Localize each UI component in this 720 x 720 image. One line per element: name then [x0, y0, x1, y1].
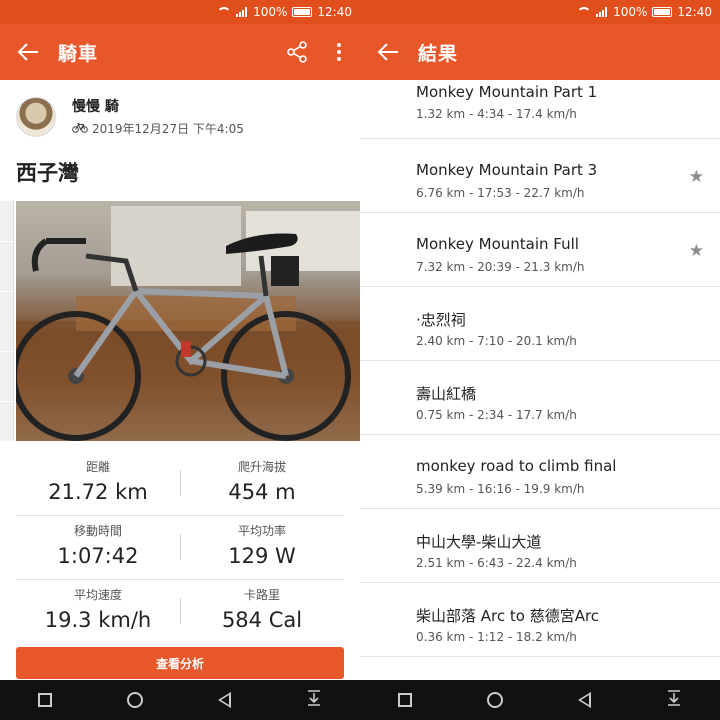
back-arrow-icon[interactable] — [0, 24, 56, 80]
stat-avg-speed: 平均速度 19.3 km/h — [44, 588, 152, 632]
view-analysis-button[interactable]: 查看分析 — [16, 647, 344, 679]
segment-row[interactable]: 中山大學-柴山大道 2.51 km - 6:43 - 22.4 km/h — [360, 509, 720, 583]
battery-icon — [652, 7, 673, 17]
wifi-icon — [577, 7, 592, 17]
segment-stats: 0.75 km - 2:34 - 17.7 km/h — [416, 408, 577, 422]
segment-stats: 0.36 km - 1:12 - 18.2 km/h — [416, 630, 577, 644]
status-bar: 100% 12:40 — [0, 0, 360, 24]
home-icon[interactable] — [486, 692, 503, 708]
wifi-icon — [217, 7, 232, 17]
stat-row: 移動時間 1:07:42 平均功率 129 W — [16, 516, 344, 580]
star-icon[interactable]: ★ — [689, 167, 704, 187]
divider — [180, 470, 181, 496]
segment-row[interactable]: Monkey Mountain Part 3 6.76 km - 17:53 - … — [360, 139, 720, 213]
segment-stats: 6.76 km - 17:53 - 22.7 km/h — [416, 186, 585, 200]
page-title: 結果 — [418, 42, 459, 65]
segment-row[interactable]: monkey road to climb final 5.39 km - 16:1… — [360, 435, 720, 509]
segment-stats: 5.39 km - 16:16 - 19.9 km/h — [416, 482, 585, 496]
back-arrow-icon[interactable] — [360, 24, 416, 80]
segment-row[interactable]: ·忠烈祠 2.40 km - 7:10 - 20.1 km/h — [360, 287, 720, 361]
recents-icon[interactable] — [397, 693, 412, 707]
status-bar: 100% 12:40 — [360, 0, 720, 24]
segment-name: 柴山部落 Arc to 慈德宮Arc — [416, 607, 600, 625]
segment-name: 壽山紅橋 — [416, 385, 477, 403]
back-nav-icon[interactable] — [218, 692, 232, 708]
home-icon[interactable] — [126, 692, 143, 708]
signal-icon — [236, 7, 248, 17]
more-vert-icon[interactable] — [318, 24, 360, 80]
back-nav-icon[interactable] — [578, 692, 592, 708]
notification-pull-icon[interactable] — [666, 690, 682, 710]
clock: 12:40 — [677, 5, 712, 19]
segment-list: Monkey Mountain Part 1 1.32 km - 4:34 - 1… — [360, 80, 720, 720]
page-title: 騎車 — [58, 42, 99, 65]
system-nav-bar — [360, 680, 720, 720]
segment-name: monkey road to climb final — [416, 457, 617, 475]
segment-name: Monkey Mountain Part 3 — [416, 161, 598, 179]
segment-stats: 2.40 km - 7:10 - 20.1 km/h — [416, 334, 577, 348]
segment-name: ·忠烈祠 — [416, 311, 466, 329]
segment-stats: 7.32 km - 20:39 - 21.3 km/h — [416, 260, 585, 274]
battery-icon — [292, 7, 313, 17]
stat-moving-time: 移動時間 1:07:42 — [57, 524, 139, 568]
battery-percent: 100% — [253, 5, 288, 19]
avatar[interactable] — [16, 96, 56, 137]
activity-detail-pane: 100% 12:40 騎車 慢慢 騎 2019年12月27日 下午4:05 西子… — [0, 0, 360, 720]
activity-photo[interactable] — [16, 201, 360, 441]
segment-row[interactable]: 壽山紅橋 0.75 km - 2:34 - 17.7 km/h — [360, 361, 720, 435]
stat-row: 距離 21.72 km 爬升海拔 454 m — [16, 452, 344, 516]
activity-stats: 距離 21.72 km 爬升海拔 454 m 移動時間 1:07:42 平均功率… — [16, 452, 344, 644]
segment-row[interactable]: Monkey Mountain Part 1 1.32 km - 4:34 - 1… — [360, 80, 720, 139]
segment-results-pane: 100% 12:40 結果 Monkey Mountain Part 1 1.32… — [360, 0, 720, 720]
segment-name: 中山大學-柴山大道 — [416, 533, 542, 551]
segment-row[interactable]: 柴山部落 Arc to 慈德宮Arc 0.36 km - 1:12 - 18.2 … — [360, 583, 720, 657]
divider — [180, 598, 181, 624]
segment-row[interactable]: Monkey Mountain Full 7.32 km - 20:39 - 21… — [360, 213, 720, 287]
activity-date-text: 2019年12月27日 下午4:05 — [92, 122, 244, 136]
segment-stats: 1.32 km - 4:34 - 17.4 km/h — [416, 107, 577, 121]
star-icon[interactable]: ★ — [689, 241, 704, 261]
battery-percent: 100% — [613, 5, 648, 19]
bike-icon — [72, 122, 88, 136]
route-map-thumbnail[interactable] — [0, 201, 14, 441]
activity-title: 西子灣 — [16, 161, 79, 185]
notification-pull-icon[interactable] — [306, 690, 322, 710]
stat-calories: 卡路里 584 Cal — [221, 588, 303, 632]
athlete-header[interactable]: 慢慢 騎 2019年12月27日 下午4:05 — [16, 96, 244, 137]
segment-name: Monkey Mountain Part 1 — [416, 83, 598, 101]
app-bar: 騎車 — [0, 24, 360, 80]
stat-elevation: 爬升海拔 454 m — [228, 460, 296, 504]
stat-avg-power: 平均功率 129 W — [228, 524, 296, 568]
segment-stats: 2.51 km - 6:43 - 22.4 km/h — [416, 556, 577, 570]
app-bar: 結果 — [360, 24, 720, 80]
segment-name: Monkey Mountain Full — [416, 235, 579, 253]
recents-icon[interactable] — [37, 693, 52, 707]
activity-date: 2019年12月27日 下午4:05 — [72, 120, 244, 137]
system-nav-bar — [0, 680, 360, 720]
signal-icon — [596, 7, 608, 17]
stat-row: 平均速度 19.3 km/h 卡路里 584 Cal — [16, 580, 344, 644]
clock: 12:40 — [317, 5, 352, 19]
athlete-name[interactable]: 慢慢 騎 — [72, 96, 244, 116]
divider — [180, 534, 181, 560]
stat-distance: 距離 21.72 km — [48, 460, 148, 504]
share-icon[interactable] — [276, 24, 318, 80]
activity-media[interactable] — [0, 201, 360, 441]
